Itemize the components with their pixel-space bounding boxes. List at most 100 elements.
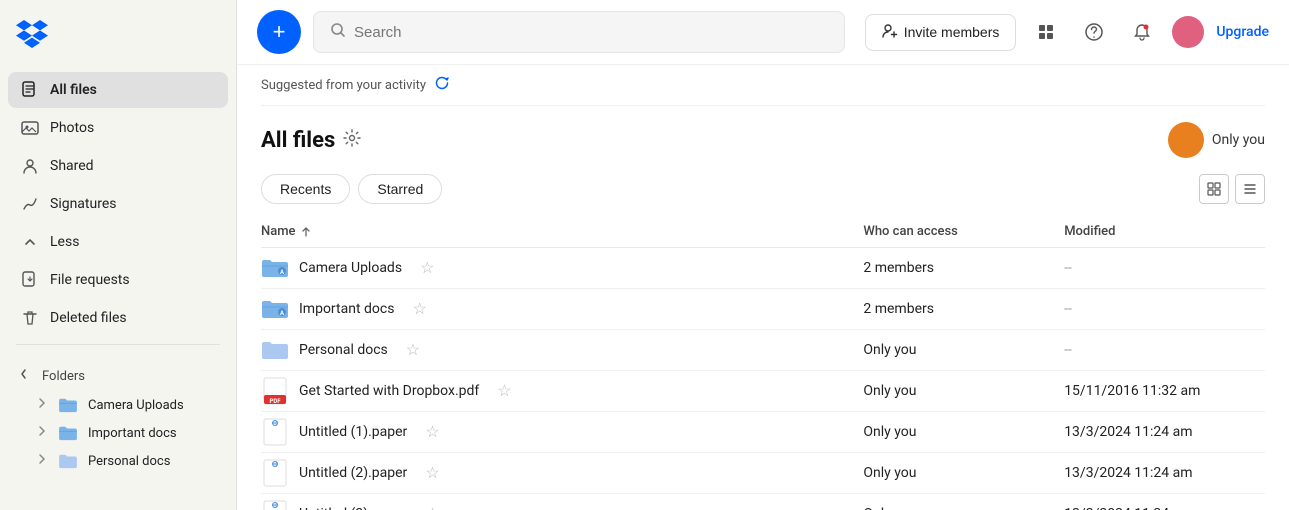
sidebar: All files Photos Shared Signatures Less [0,0,237,510]
access-col-2: Only you [863,330,1064,371]
search-input[interactable] [354,24,828,41]
star-button-1[interactable]: ☆ [404,299,434,319]
star-button-4[interactable]: ☆ [417,422,447,442]
star-button-5[interactable]: ☆ [417,463,447,483]
sidebar-item-file-requests-label: File requests [50,272,130,288]
folders-header[interactable]: Folders [8,361,228,391]
sidebar-item-signatures[interactable]: Signatures [8,186,228,222]
table-row: A Important docs ☆ 2 members -- [261,289,1265,330]
invite-members-button[interactable]: Invite members [865,14,1017,51]
sidebar-folder-camera-uploads[interactable]: Camera Uploads [8,391,228,419]
sidebar-folder-important-docs[interactable]: Important docs [8,419,228,447]
user-circle [1168,122,1204,158]
star-button-2[interactable]: ☆ [398,340,428,360]
sidebar-item-photos-label: Photos [50,120,94,136]
table-row: PDF Get Started with Dropbox.pdf ☆ Only … [261,371,1265,412]
invite-label: Invite members [904,24,1000,40]
sidebar-item-less-label: Less [50,234,79,250]
table-row: Personal docs ☆ Only you -- [261,330,1265,371]
file-icon-5: D [261,461,289,485]
table-row: D Untitled (1).paper ☆ Only you 13/3/202… [261,412,1265,453]
col-name: Name [261,216,863,248]
file-name-cell-5: D Untitled (2).paper ☆ [261,453,863,494]
notifications-button[interactable] [1124,14,1160,50]
modified-col-0: -- [1064,248,1265,289]
file-icon-3: PDF [261,379,289,403]
access-badge: Only you [1168,122,1265,158]
sort-icon [300,226,312,238]
folders-section: Folders Camera Uploads Important docs Pe… [0,361,236,475]
file-name-cell-2: Personal docs ☆ [261,330,863,371]
page-header: All files Only you [261,106,1265,170]
file-name-2: Personal docs [299,342,388,358]
chevron-left-icon [20,367,34,385]
file-name-5: Untitled (2).paper [299,465,407,481]
sidebar-item-file-requests[interactable]: File requests [8,262,228,298]
sidebar-item-shared[interactable]: Shared [8,148,228,184]
invite-icon [882,23,898,42]
sidebar-item-less[interactable]: Less [8,224,228,260]
help-button[interactable] [1076,14,1112,50]
access-col-1: 2 members [863,289,1064,330]
file-icon-4: D [261,420,289,444]
file-requests-icon [20,270,40,290]
file-icon-1: A [261,297,289,321]
sidebar-folder-camera-uploads-label: Camera Uploads [88,398,184,413]
file-name-cell-0: A Camera Uploads ☆ [261,248,863,289]
suggested-bar: Suggested from your activity [261,65,1265,106]
view-controls [1199,174,1265,204]
tab-starred[interactable]: Starred [358,174,442,204]
sidebar-nav: All files Photos Shared Signatures Less [0,72,236,336]
chevron-right-icon [36,397,48,413]
modified-col-6: 13/3/2024 11:24 am [1064,494,1265,510]
upgrade-link[interactable]: Upgrade [1216,24,1269,40]
sidebar-folder-important-docs-label: Important docs [88,426,177,441]
header-actions: Invite members Upgrade [865,14,1269,51]
photos-icon [20,118,40,138]
col-access: Who can access [863,216,1064,248]
file-name-0: Camera Uploads [299,260,402,276]
svg-text:PDF: PDF [269,398,281,405]
file-name-cell-1: A Important docs ☆ [261,289,863,330]
sidebar-item-all-files-label: All files [50,82,97,98]
file-name-1: Important docs [299,301,394,317]
list-view-btn[interactable] [1235,174,1265,204]
dropbox-logo-icon [16,20,48,52]
star-button-0[interactable]: ☆ [412,258,442,278]
page-title-row: All files [261,128,361,153]
main-content: + Invite members Upgra [237,0,1289,510]
table-row: A Camera Uploads ☆ 2 members -- [261,248,1265,289]
modified-col-1: -- [1064,289,1265,330]
file-table: Name Who can access Modified [261,216,1265,510]
star-button-3[interactable]: ☆ [489,381,519,401]
signatures-icon [20,194,40,214]
sidebar-item-photos[interactable]: Photos [8,110,228,146]
user-avatar[interactable] [1172,16,1204,48]
file-name-cell-4: D Untitled (1).paper ☆ [261,412,863,453]
settings-icon[interactable] [343,129,361,151]
sidebar-folder-personal-docs[interactable]: Personal docs [8,447,228,475]
file-name-6: Untitled (3).paper [299,506,407,510]
new-button[interactable]: + [257,10,301,54]
folder-icon-2 [58,425,78,441]
file-icon-6: D [261,502,289,510]
search-bar[interactable] [313,11,845,53]
tab-recents[interactable]: Recents [261,174,350,204]
sidebar-item-deleted-files[interactable]: Deleted files [8,300,228,336]
file-name-3: Get Started with Dropbox.pdf [299,383,479,399]
grid-view-btn[interactable] [1199,174,1229,204]
deleted-icon [20,308,40,328]
sidebar-item-shared-label: Shared [50,158,94,174]
file-name-4: Untitled (1).paper [299,424,407,440]
shared-icon [20,156,40,176]
grid-view-button[interactable] [1028,14,1064,50]
table-row: D Untitled (3).paper ☆ Only you 13/3/202… [261,494,1265,510]
table-header-row: Name Who can access Modified [261,216,1265,248]
access-col-4: Only you [863,412,1064,453]
table-row: D Untitled (2).paper ☆ Only you 13/3/202… [261,453,1265,494]
files-icon [20,80,40,100]
folder-icon-3 [58,453,78,469]
star-button-6[interactable]: ☆ [417,504,447,510]
sidebar-item-all-files[interactable]: All files [8,72,228,108]
filter-row: Recents Starred [261,170,1265,216]
